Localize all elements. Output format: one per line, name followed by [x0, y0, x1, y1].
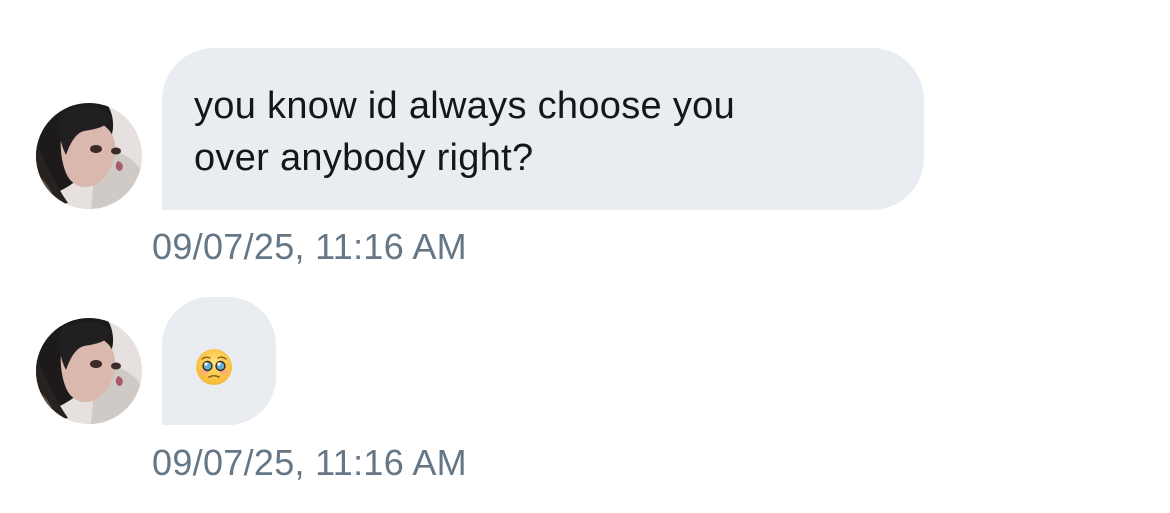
user-avatar-photo-icon: [36, 103, 142, 209]
message-timestamp: 09/07/25, 11:16 AM: [152, 226, 467, 267]
message-item: 09/07/25, 11:16 AM: [0, 280, 1170, 513]
avatar[interactable]: [36, 318, 142, 424]
message-item: you know id always choose you over anybo…: [0, 0, 1170, 280]
message-text: you know id always choose you over anybo…: [194, 85, 735, 179]
user-avatar-photo-icon: [36, 318, 142, 424]
message-bubble[interactable]: [162, 297, 276, 425]
pleading-face-holding-back-tears-emoji-icon: [196, 349, 232, 385]
message-timestamp: 09/07/25, 11:16 AM: [152, 442, 467, 483]
avatar[interactable]: [36, 103, 142, 209]
message-bubble[interactable]: you know id always choose you over anybo…: [162, 48, 924, 210]
